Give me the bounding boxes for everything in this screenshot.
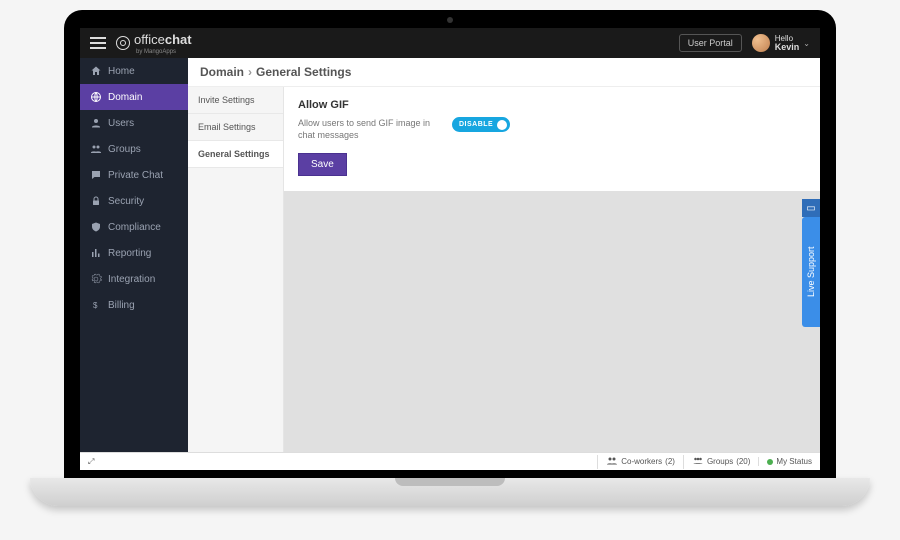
laptop-notch (395, 478, 505, 486)
main-panel: Allow GIF Allow users to send GIF image … (284, 87, 820, 452)
screen-bezel: officechat by MangoApps User Portal Hell… (64, 10, 836, 480)
sidebar-item-label: Compliance (108, 222, 161, 233)
brand-logo[interactable]: officechat by MangoApps (116, 32, 192, 55)
lock-icon (90, 195, 102, 207)
brand-name: officechat (134, 32, 192, 47)
footer-label: Co-workers (621, 457, 662, 466)
home-icon (90, 65, 102, 77)
sidebar-item-integration[interactable]: Integration (80, 266, 188, 292)
toggle-label: DISABLE (459, 121, 493, 128)
menu-icon[interactable] (90, 37, 106, 49)
sidebar-item-compliance[interactable]: Compliance (80, 214, 188, 240)
logo-mark-icon (116, 36, 130, 50)
sidebar-item-label: Integration (108, 274, 155, 285)
setting-description: Allow users to send GIF image in chat me… (298, 117, 438, 141)
settings-card: Allow GIF Allow users to send GIF image … (284, 87, 820, 191)
breadcrumb: Domain › General Settings (188, 58, 820, 87)
chevron-right-icon: › (248, 65, 252, 79)
sidebar-item-label: Private Chat (108, 170, 163, 181)
support-tab-icon[interactable]: ▭ (802, 199, 820, 217)
user-icon (90, 117, 102, 129)
people-icon (606, 455, 618, 469)
laptop-frame: officechat by MangoApps User Portal Hell… (30, 10, 870, 510)
footer-status[interactable]: My Status (758, 457, 820, 466)
sidebar: Home Domain Users Groups Private Chat Se… (80, 58, 188, 452)
subnav-email-settings[interactable]: Email Settings (188, 114, 283, 141)
chevron-down-icon[interactable]: ⌄ (803, 39, 810, 48)
toggle-knob (497, 120, 507, 130)
subnav-general-settings[interactable]: General Settings (188, 141, 283, 168)
dollar-icon: $ (90, 299, 102, 311)
sidebar-item-label: Users (108, 118, 134, 129)
footer-count: (20) (736, 457, 750, 466)
footer-count: (2) (665, 457, 675, 466)
svg-text:$: $ (93, 301, 98, 310)
content-area: Domain › General Settings Invite Settings … (188, 58, 820, 452)
live-support-tab[interactable]: Live Support (802, 217, 820, 327)
sub-nav: Invite Settings Email Settings General S… (188, 87, 284, 452)
sidebar-item-groups[interactable]: Groups (80, 136, 188, 162)
group-icon (90, 143, 102, 155)
breadcrumb-root[interactable]: Domain (200, 65, 244, 79)
allow-gif-toggle[interactable]: DISABLE (452, 117, 510, 132)
sidebar-item-label: Home (108, 66, 135, 77)
sidebar-item-billing[interactable]: $ Billing (80, 292, 188, 318)
sidebar-item-reporting[interactable]: Reporting (80, 240, 188, 266)
gear-icon (90, 273, 102, 285)
sidebar-item-label: Domain (108, 92, 142, 103)
sidebar-item-label: Security (108, 196, 144, 207)
status-dot-icon (767, 459, 773, 465)
setting-title: Allow GIF (298, 99, 806, 111)
footer-expand-icon[interactable]: ⤢ (80, 457, 102, 467)
sidebar-item-private-chat[interactable]: Private Chat (80, 162, 188, 188)
sidebar-item-label: Reporting (108, 248, 151, 259)
sidebar-item-domain[interactable]: Domain (80, 84, 188, 110)
footer-bar: ⤢ Co-workers (2) Groups (20) My Status (80, 452, 820, 470)
sidebar-item-label: Groups (108, 144, 141, 155)
globe-icon (90, 91, 102, 103)
sidebar-item-security[interactable]: Security (80, 188, 188, 214)
save-button[interactable]: Save (298, 153, 347, 176)
laptop-base (30, 478, 870, 506)
app-viewport: officechat by MangoApps User Portal Hell… (80, 28, 820, 470)
group-icon (692, 455, 704, 469)
shield-icon (90, 221, 102, 233)
chart-icon (90, 247, 102, 259)
footer-label: My Status (776, 457, 812, 466)
avatar[interactable] (752, 34, 770, 52)
user-portal-button[interactable]: User Portal (679, 34, 742, 52)
breadcrumb-leaf: General Settings (256, 65, 351, 79)
footer-groups[interactable]: Groups (20) (683, 455, 758, 469)
webcam (447, 17, 453, 23)
footer-coworkers[interactable]: Co-workers (2) (597, 455, 683, 469)
chat-icon (90, 169, 102, 181)
sidebar-item-home[interactable]: Home (80, 58, 188, 84)
sidebar-item-users[interactable]: Users (80, 110, 188, 136)
footer-label: Groups (707, 457, 733, 466)
subnav-invite-settings[interactable]: Invite Settings (188, 87, 283, 114)
top-bar: officechat by MangoApps User Portal Hell… (80, 28, 820, 58)
brand-byline: by MangoApps (136, 49, 192, 55)
user-greeting: Hello Kevin (775, 34, 800, 52)
sidebar-item-label: Billing (108, 300, 135, 311)
